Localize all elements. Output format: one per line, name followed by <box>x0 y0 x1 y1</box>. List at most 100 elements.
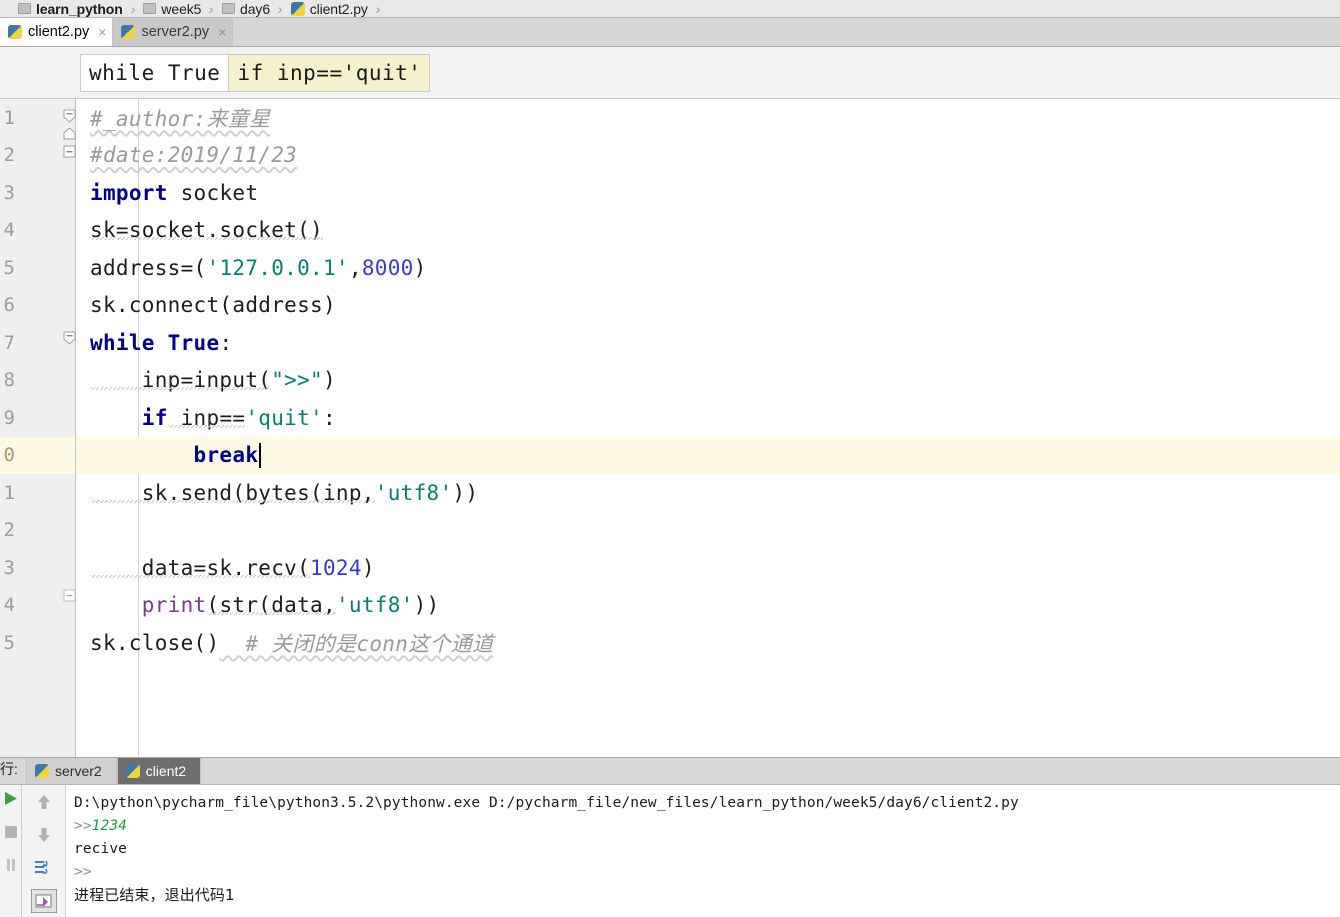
code-token-string: 'quit' <box>245 405 324 430</box>
code-token-keyword: True <box>154 330 220 355</box>
code-token-text: socket <box>167 180 259 205</box>
breadcrumb-label: week5 <box>161 0 202 17</box>
console-line-input: >>1234 <box>74 815 1340 838</box>
code-editor[interactable]: 1 2 3 4 5 6 7 8 9 0 1 2 3 4 5 #_author:来… <box>0 99 1340 758</box>
code-token-text: sk.close() <box>90 630 220 655</box>
editor-tab-server2-py[interactable]: server2.py × <box>113 18 234 46</box>
pause-icon[interactable] <box>5 858 17 877</box>
code-line-13[interactable]: data=sk.recv(1024) <box>76 549 1340 587</box>
breadcrumb-label: client2.py <box>309 0 368 17</box>
run-tool-window: 行: server2 client2 D:\python\pycharm_fil… <box>0 757 1340 917</box>
code-token-text: sk=socket.socket() <box>90 218 323 243</box>
code-token-keyword: import <box>90 180 168 205</box>
code-line-2[interactable]: #date:2019/11/23 <box>76 137 1340 175</box>
code-line-9[interactable]: if inp=='quit': <box>76 399 1340 437</box>
rerun-icon[interactable] <box>3 791 19 811</box>
code-token-keyword: break <box>90 443 259 468</box>
code-token-comment: #_author:来童星 <box>90 106 271 131</box>
code-token-text: sk.connect(address) <box>90 293 336 318</box>
console-line-command: D:\python\pycharm_file\python3.5.2\pytho… <box>74 795 1019 811</box>
breadcrumb-separator: › <box>129 0 138 17</box>
fold-marker-column <box>63 99 76 758</box>
breadcrumb-label: learn_python <box>36 0 123 17</box>
sticky-line-while-true[interactable]: while True <box>80 53 230 92</box>
breadcrumb-item-week5[interactable]: week5 <box>143 0 202 17</box>
sticky-line-if-inp-quit[interactable]: if inp=='quit' <box>229 53 431 92</box>
console-user-input: 1234 <box>91 818 127 834</box>
code-token-number: 1024 <box>310 555 362 580</box>
code-line-10-current[interactable]: break <box>76 436 1340 474</box>
code-token-text: inp== <box>167 405 246 430</box>
run-tool-header: 行: server2 client2 <box>0 758 1340 785</box>
code-line-5[interactable]: address=('127.0.0.1', 8000) <box>76 249 1340 287</box>
run-control-toolbar <box>0 785 22 917</box>
code-token-text: ) <box>322 368 336 393</box>
code-line-7[interactable]: while True: <box>76 324 1340 362</box>
run-tab-label: server2 <box>55 763 102 779</box>
editor-gutter[interactable]: 1 2 3 4 5 6 7 8 9 0 1 2 3 4 5 <box>0 99 76 758</box>
code-line-4[interactable]: sk=socket.socket() <box>76 212 1340 250</box>
folder-icon <box>222 3 236 14</box>
editor-tab-bar: client2.py × server2.py × <box>0 18 1340 47</box>
code-line-3[interactable]: import socket <box>76 174 1340 212</box>
breadcrumb-item-client2-py[interactable]: client2.py <box>290 0 368 17</box>
code-line-15[interactable]: sk.close() # 关闭的是conn这个通道 <box>76 624 1340 662</box>
run-tool-body: D:\python\pycharm_file\python3.5.2\pytho… <box>0 785 1340 917</box>
fold-expanded-icon[interactable] <box>63 145 76 158</box>
code-line-1[interactable]: #_author:来童星 <box>76 99 1340 137</box>
console-line-exit-status: 进程已结束，退出代码1 <box>74 886 235 904</box>
console-line-output: recive <box>74 841 127 857</box>
fold-collapse-end-icon[interactable] <box>63 589 76 602</box>
code-line-8[interactable]: inp=input(">>") <box>76 362 1340 400</box>
run-tool-title: 行: <box>0 761 18 777</box>
breadcrumb-label: day6 <box>240 0 271 17</box>
run-console-toolbar <box>22 785 66 917</box>
code-token-function: print <box>90 593 207 618</box>
editor-tab-label: client2.py <box>28 24 90 40</box>
code-text-area[interactable]: #_author:来童星 #date:2019/11/23 import soc… <box>76 99 1340 758</box>
code-line-11[interactable]: sk.send(bytes(inp,'utf8')) <box>76 474 1340 512</box>
run-tab-server2[interactable]: server2 <box>26 758 117 784</box>
code-token-number: 8000 <box>361 255 414 280</box>
code-token-text: inp=input( <box>90 368 272 393</box>
code-line-6[interactable]: sk.connect(address) <box>76 287 1340 325</box>
breadcrumb-separator: › <box>276 0 285 17</box>
breadcrumb-item-learn-python[interactable]: learn_python <box>18 0 123 17</box>
scroll-down-icon[interactable] <box>31 823 57 847</box>
code-token-text: data=sk.recv( <box>90 555 311 580</box>
code-line-12[interactable] <box>76 512 1340 550</box>
breadcrumb-separator: › <box>374 0 383 17</box>
run-tab-empty-area <box>201 758 1340 784</box>
breadcrumb: learn_python › week5 › day6 › client2.py… <box>0 0 1340 18</box>
code-token-text: : <box>323 405 336 430</box>
python-file-icon <box>290 1 305 16</box>
run-tab-client2[interactable]: client2 <box>116 758 202 784</box>
print-icon[interactable] <box>30 889 57 913</box>
python-run-icon <box>35 764 49 778</box>
code-token-text: : <box>219 330 233 355</box>
code-token-text: ) <box>361 555 375 580</box>
close-icon[interactable]: × <box>98 25 106 39</box>
code-line-14[interactable]: print (str(data,'utf8')) <box>76 587 1340 625</box>
scroll-up-icon[interactable] <box>31 790 57 814</box>
code-token-text: (str(data, <box>206 593 337 618</box>
code-token-string: '127.0.0.1' <box>206 255 349 280</box>
python-file-icon <box>121 25 136 39</box>
console-line-prompt: >> <box>74 864 92 880</box>
fold-expanded-icon[interactable] <box>63 109 76 123</box>
soft-wrap-icon[interactable] <box>31 856 57 880</box>
fold-expanded-icon[interactable] <box>63 331 76 345</box>
editor-tab-client2-py[interactable]: client2.py × <box>0 18 114 46</box>
breadcrumb-item-day6[interactable]: day6 <box>222 0 271 17</box>
close-icon[interactable]: × <box>218 25 226 39</box>
fold-connector-icon <box>63 128 76 141</box>
console-output[interactable]: D:\python\pycharm_file\python3.5.2\pytho… <box>66 785 1340 917</box>
console-prompt: >> <box>74 818 92 834</box>
folder-icon <box>143 3 157 14</box>
folder-icon <box>18 3 31 14</box>
code-token-text: , <box>348 255 362 280</box>
code-token-text: )) <box>413 593 440 618</box>
stop-icon[interactable] <box>4 825 18 844</box>
editor-tab-label: server2.py <box>141 24 210 40</box>
run-tab-label: client2 <box>145 763 187 779</box>
